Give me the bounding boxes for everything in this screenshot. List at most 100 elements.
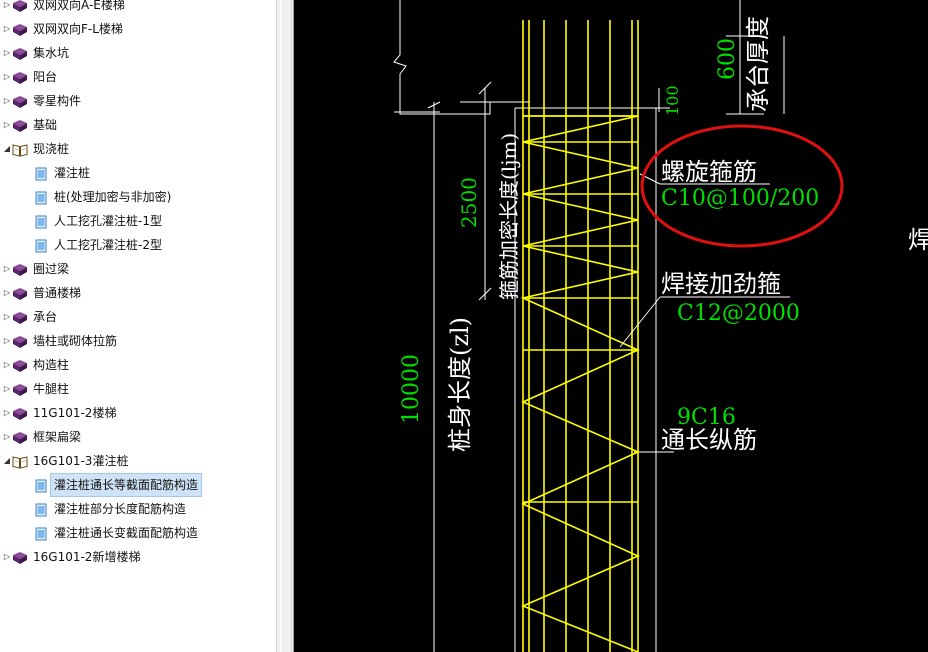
expanded-arrow-icon[interactable]: ◢ [2,138,12,160]
spiral-stirrup-label: 螺旋箍筋 [661,158,757,186]
expanded-arrow-icon[interactable]: ◢ [2,450,12,472]
tree-item[interactable]: 人工挖孔灌注桩-1型 [34,210,162,232]
tree-item[interactable]: ◢ 16G101-3灌注桩 [2,450,128,472]
tree-item-label: 16G101-2新增楼梯 [33,550,141,564]
collapsed-arrow-icon[interactable]: ▷ [2,258,12,280]
collapsed-arrow-icon[interactable]: ▷ [2,378,12,400]
pile-body-length-label: 桩身长度(zl) [446,317,474,452]
collapsed-arrow-icon[interactable]: ▷ [2,306,12,328]
tree-item[interactable]: ▷ 牛腿柱 [2,378,69,400]
tree-item[interactable]: ▷ 墙柱或砌体拉筋 [2,330,117,352]
collapsed-arrow-icon[interactable]: ▷ [2,42,12,64]
dim-100: 100 [663,85,682,116]
book-icon [12,0,28,12]
book-icon [12,262,28,276]
tree-item[interactable]: ▷ 16G101-2新增楼梯 [2,546,140,568]
tree-item-label: 灌注桩通长等截面配筋构造 [50,473,203,497]
tree-item-label: 阳台 [33,70,58,84]
dense-length-label: 箍筋加密长度(ljm) [497,133,521,300]
book-icon [12,550,28,564]
tree-item[interactable]: ▷ 双网双向F-L楼梯 [2,18,123,40]
tree-item-label: 双网双向F-L楼梯 [33,22,123,36]
collapsed-arrow-icon[interactable]: ▷ [2,66,12,88]
tree-item[interactable]: ▷ 集水坑 [2,42,69,64]
tree-item[interactable]: ▷ 双网双向A-E楼梯 [2,0,125,16]
tree-item-label: 桩(处理加密与非加密) [54,190,172,204]
tree-item[interactable]: ▷ 承台 [2,306,57,328]
collapsed-arrow-icon[interactable]: ▷ [2,426,12,448]
tree-item-label: 人工挖孔灌注桩-1型 [54,214,162,228]
document-icon [34,502,48,517]
tree-item-label: 框架扁梁 [33,430,82,444]
tree-item[interactable]: ▷ 圈过梁 [2,258,69,280]
book-icon [12,406,28,420]
document-icon [34,526,48,541]
book-icon [12,286,28,300]
tree-item-label: 11G101-2楼梯 [33,406,117,420]
document-icon [34,478,48,493]
book-icon [12,94,28,108]
document-icon [34,238,48,253]
tree-item[interactable]: 灌注桩通长变截面配筋构造 [34,522,198,544]
spiral-stirrup [520,115,640,652]
tree-item-label: 人工挖孔灌注桩-2型 [54,238,162,252]
collapsed-arrow-icon[interactable]: ▷ [2,354,12,376]
tree-item[interactable]: 人工挖孔灌注桩-2型 [34,234,162,256]
book-icon [12,118,28,132]
tree-item[interactable]: ▷ 11G101-2楼梯 [2,402,116,424]
tree-item[interactable]: ▷ 框架扁梁 [2,426,81,448]
tree-item[interactable]: ▷ 阳台 [2,66,57,88]
pile-rebar-drawing: 600 承台厚度 100 2500 箍筋加密长度(ljm) 桩身长度(zl) 1… [393,0,928,652]
tree-item-label: 圈过梁 [33,262,70,276]
open-book-icon [12,142,28,157]
tree-item-label: 牛腿柱 [33,382,70,396]
panel-splitter[interactable] [276,0,294,652]
tree-item-label: 灌注桩 [54,166,91,180]
tree-item-label: 16G101-3灌注桩 [33,454,129,468]
tree-item[interactable]: 桩(处理加密与非加密) [34,186,171,208]
tree-item[interactable]: ▷ 普通楼梯 [2,282,81,304]
tree-item[interactable]: ▷ 基础 [2,114,57,136]
tree-item-label: 零星构件 [33,94,82,108]
clipped-label: 焊 [908,226,928,254]
collapsed-arrow-icon[interactable]: ▷ [2,330,12,352]
book-icon [12,22,28,36]
tree-item[interactable]: ▷ 构造柱 [2,354,69,376]
book-icon [12,334,28,348]
tree-item[interactable]: ◢ 现浇桩 [2,138,69,160]
open-book-icon [12,454,28,469]
tree-item-label: 灌注桩部分长度配筋构造 [54,502,187,516]
tree-item-label: 灌注桩通长变截面配筋构造 [54,526,199,540]
tree-item[interactable]: 灌注桩 [34,162,90,184]
weld-stirrup-label: 焊接加劲箍 [661,270,781,298]
tree-item[interactable]: 灌注桩部分长度配筋构造 [34,498,186,520]
collapsed-arrow-icon[interactable]: ▷ [2,546,12,568]
document-icon [34,166,48,181]
cad-drawing-canvas[interactable]: 600 承台厚度 100 2500 箍筋加密长度(ljm) 桩身长度(zl) 1… [294,0,928,652]
book-icon [12,70,28,84]
tree-item-label: 普通楼梯 [33,286,82,300]
tree-item-label: 构造柱 [33,358,70,372]
tree-item[interactable]: ▷ 零星构件 [2,90,81,112]
cap-thickness-label: 承台厚度 [744,16,772,112]
collapsed-arrow-icon[interactable]: ▷ [2,0,12,16]
collapsed-arrow-icon[interactable]: ▷ [2,402,12,424]
dim-10000: 10000 [399,354,424,424]
collapsed-arrow-icon[interactable]: ▷ [2,114,12,136]
book-icon [12,430,28,444]
collapsed-arrow-icon[interactable]: ▷ [2,18,12,40]
tree-item[interactable]: 灌注桩通长等截面配筋构造 [34,473,203,497]
tree-item-label: 基础 [33,118,58,132]
book-icon [12,382,28,396]
dim-2500: 2500 [457,177,481,228]
document-icon [34,214,48,229]
collapsed-arrow-icon[interactable]: ▷ [2,90,12,112]
tree-item-label: 墙柱或砌体拉筋 [33,334,118,348]
spiral-stirrup-spec: C10@100/200 [661,186,819,211]
component-tree: ▷ 双网双向A-E楼梯 ▷ 双网双向F-L楼梯 ▷ 集水坑 ▷ 阳台 ▷ 零星构件 ▷ 基础 ◢ 现浇桩灌… [0,0,276,652]
tree-item-label: 承台 [33,310,58,324]
book-icon [12,46,28,60]
long-bar-label: 通长纵筋 [661,426,757,454]
tree-item-label: 现浇桩 [33,142,70,156]
collapsed-arrow-icon[interactable]: ▷ [2,282,12,304]
